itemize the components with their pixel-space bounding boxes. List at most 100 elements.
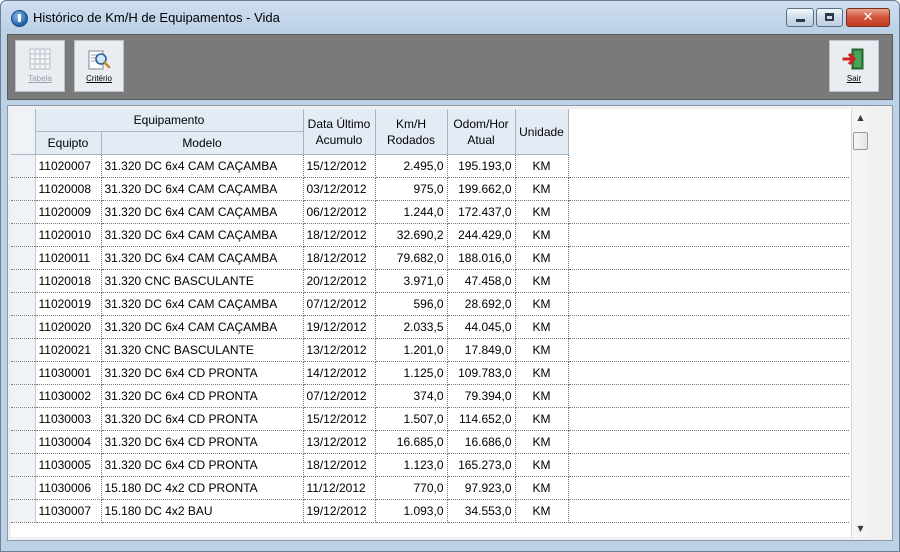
cell-equipto: 11020020	[35, 315, 102, 339]
cell-odom: 244.429,0	[447, 223, 516, 247]
cell-equipto: 11020019	[35, 292, 102, 316]
cell-kmh: 1.201,0	[375, 338, 448, 362]
cell-kmh: 79.682,0	[375, 246, 448, 270]
row-selector[interactable]	[11, 292, 36, 316]
column-header-equipto[interactable]: Equipto	[35, 131, 102, 155]
title-bar[interactable]: Histórico de Km/H de Equipamentos - Vida…	[1, 1, 899, 35]
table-row[interactable]: 11030006 15.180 DC 4x2 CD PRONTA 11/12/201…	[11, 476, 849, 500]
tabela-button[interactable]: Tabela	[15, 40, 65, 92]
row-filler	[568, 154, 849, 178]
cell-odom: 17.849,0	[447, 338, 516, 362]
row-selector[interactable]	[11, 453, 36, 477]
table-row[interactable]: 11030002 31.320 DC 6x4 CD PRONTA 07/12/201…	[11, 384, 849, 408]
table-row[interactable]: 11030001 31.320 DC 6x4 CD PRONTA 14/12/201…	[11, 361, 849, 385]
close-button[interactable]: ✕	[846, 8, 890, 27]
cell-odom: 195.193,0	[447, 154, 516, 178]
row-selector[interactable]	[11, 338, 36, 362]
column-header-unidade[interactable]: Unidade	[515, 109, 569, 155]
table-row[interactable]: 11020007 31.320 DC 6x4 CAM CAÇAMBA 15/12/2…	[11, 154, 849, 178]
cell-kmh: 1.507,0	[375, 407, 448, 431]
scroll-down-icon[interactable]: ▼	[852, 520, 869, 537]
row-filler	[568, 499, 849, 523]
criterio-button[interactable]: Critério	[74, 40, 124, 92]
table-row[interactable]: 11020021 31.320 CNC BASCULANTE 13/12/2012 1…	[11, 338, 849, 362]
cell-data: 13/12/2012	[303, 338, 376, 362]
cell-equipto: 11020008	[35, 177, 102, 201]
row-selector[interactable]	[11, 430, 36, 454]
cell-odom: 114.652,0	[447, 407, 516, 431]
cell-kmh: 374,0	[375, 384, 448, 408]
row-selector[interactable]	[11, 269, 36, 293]
row-filler	[568, 338, 849, 362]
table-row[interactable]: 11030004 31.320 DC 6x4 CD PRONTA 13/12/201…	[11, 430, 849, 454]
table-row[interactable]: 11030005 31.320 DC 6x4 CD PRONTA 18/12/201…	[11, 453, 849, 477]
cell-data: 06/12/2012	[303, 200, 376, 224]
row-selector[interactable]	[11, 384, 36, 408]
cell-modelo: 31.320 CNC BASCULANTE	[101, 269, 304, 293]
table-row[interactable]: 11020020 31.320 DC 6x4 CAM CAÇAMBA 19/12/2…	[11, 315, 849, 339]
cell-equipto: 11020010	[35, 223, 102, 247]
scroll-thumb[interactable]	[853, 132, 868, 150]
row-filler	[568, 453, 849, 477]
row-selector[interactable]	[11, 499, 36, 523]
column-header-odom[interactable]: Odom/Hor Atual	[447, 109, 516, 155]
cell-modelo: 31.320 DC 6x4 CAM CAÇAMBA	[101, 292, 304, 316]
cell-odom: 47.458,0	[447, 269, 516, 293]
maximize-button[interactable]	[816, 8, 843, 27]
scroll-up-icon[interactable]: ▲	[852, 109, 869, 126]
minimize-button[interactable]	[786, 8, 814, 27]
cell-equipto: 11020007	[35, 154, 102, 178]
magnifier-icon	[88, 50, 111, 70]
row-selector[interactable]	[11, 200, 36, 224]
row-selector[interactable]	[11, 361, 36, 385]
row-filler	[568, 384, 849, 408]
table-row[interactable]: 11020010 31.320 DC 6x4 CAM CAÇAMBA 18/12/2…	[11, 223, 849, 247]
table-row[interactable]: 11020008 31.320 DC 6x4 CAM CAÇAMBA 03/12/2…	[11, 177, 849, 201]
row-selector[interactable]	[11, 407, 36, 431]
column-header-kmh[interactable]: Km/H Rodados	[375, 109, 448, 155]
row-filler	[568, 407, 849, 431]
row-selector[interactable]	[11, 315, 36, 339]
cell-unidade: KM	[515, 200, 569, 224]
row-selector[interactable]	[11, 476, 36, 500]
cell-unidade: KM	[515, 246, 569, 270]
table-row[interactable]: 11030003 31.320 DC 6x4 CD PRONTA 15/12/201…	[11, 407, 849, 431]
table-row[interactable]: 11020009 31.320 DC 6x4 CAM CAÇAMBA 06/12/2…	[11, 200, 849, 224]
column-header-modelo[interactable]: Modelo	[101, 131, 304, 155]
table-row[interactable]: 11020011 31.320 DC 6x4 CAM CAÇAMBA 18/12/2…	[11, 246, 849, 270]
vertical-scrollbar[interactable]: ▲ ▼	[851, 109, 869, 537]
table-row[interactable]: 11030007 15.180 DC 4x2 BAU 19/12/2012 1.093…	[11, 499, 849, 523]
table-row[interactable]: 11020019 31.320 DC 6x4 CAM CAÇAMBA 07/12/2…	[11, 292, 849, 316]
cell-unidade: KM	[515, 361, 569, 385]
equipment-grid[interactable]: Equipamento Data Último Acumulo Km/H Rod…	[11, 109, 869, 537]
row-filler	[568, 430, 849, 454]
cell-data: 14/12/2012	[303, 361, 376, 385]
row-filler	[568, 246, 849, 270]
cell-kmh: 16.685,0	[375, 430, 448, 454]
cell-odom: 28.692,0	[447, 292, 516, 316]
row-selector[interactable]	[11, 177, 36, 201]
cell-modelo: 31.320 DC 6x4 CD PRONTA	[101, 430, 304, 454]
row-selector[interactable]	[11, 246, 36, 270]
cell-modelo: 31.320 DC 6x4 CAM CAÇAMBA	[101, 223, 304, 247]
cell-unidade: KM	[515, 154, 569, 178]
table-row[interactable]: 11020018 31.320 CNC BASCULANTE 20/12/2012 3…	[11, 269, 849, 293]
cell-data: 15/12/2012	[303, 407, 376, 431]
cell-modelo: 31.320 CNC BASCULANTE	[101, 338, 304, 362]
row-selector[interactable]	[11, 223, 36, 247]
cell-modelo: 31.320 DC 6x4 CAM CAÇAMBA	[101, 200, 304, 224]
cell-modelo: 31.320 DC 6x4 CAM CAÇAMBA	[101, 154, 304, 178]
cell-data: 19/12/2012	[303, 499, 376, 523]
cell-modelo: 31.320 DC 6x4 CD PRONTA	[101, 407, 304, 431]
row-filler	[568, 200, 849, 224]
row-filler	[568, 292, 849, 316]
cell-odom: 109.783,0	[447, 361, 516, 385]
group-header-equipamento: Equipamento	[35, 109, 304, 132]
cell-kmh: 975,0	[375, 177, 448, 201]
row-selector[interactable]	[11, 154, 36, 178]
cell-unidade: KM	[515, 315, 569, 339]
sair-button[interactable]: Sair	[829, 40, 879, 92]
cell-equipto: 11020018	[35, 269, 102, 293]
column-header-data[interactable]: Data Último Acumulo	[303, 109, 376, 155]
cell-unidade: KM	[515, 407, 569, 431]
